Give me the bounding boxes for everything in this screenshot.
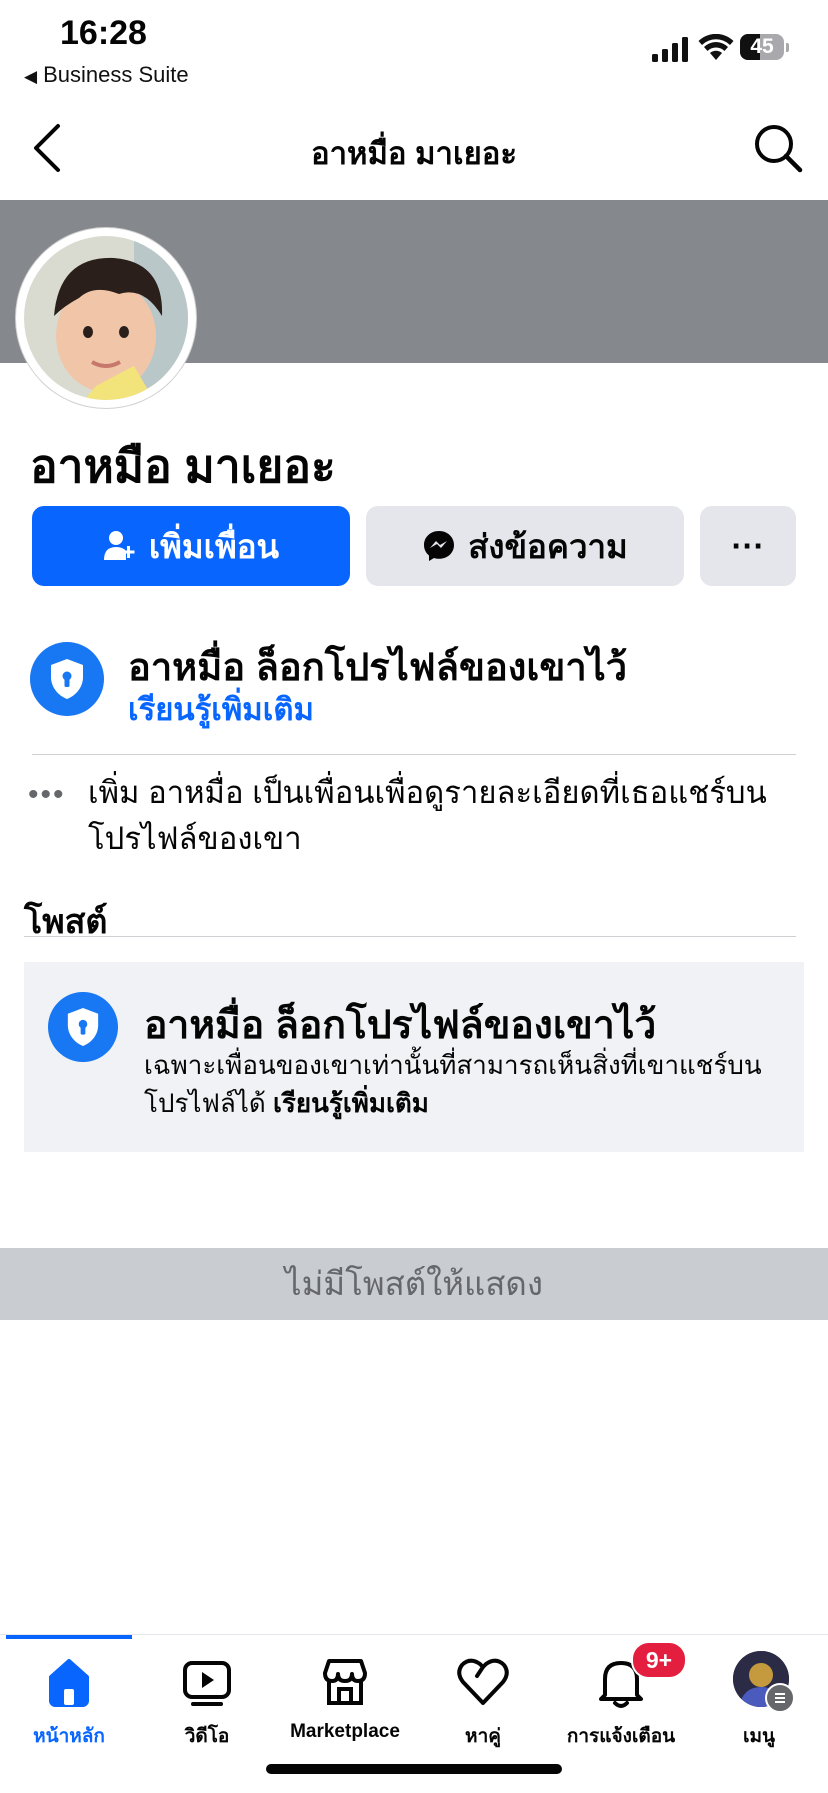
tab-menu[interactable]: เมนู — [690, 1651, 828, 1761]
bell-icon: 9+ — [591, 1641, 687, 1711]
back-to-app-link[interactable]: ◀ Business Suite — [24, 62, 189, 88]
posts-heading: โพสต์ — [24, 903, 108, 941]
profile-name: อาหมือ มาเยอะ — [30, 440, 336, 492]
cellular-signal-icon — [652, 37, 688, 62]
message-label: ส่งข้อความ — [468, 527, 628, 565]
tab-home[interactable]: หน้าหลัก — [0, 1651, 138, 1761]
tab-label: หาคู่ — [465, 1726, 501, 1747]
back-triangle-icon: ◀ — [24, 67, 38, 86]
tab-notifications[interactable]: 9+ การแจ้งเตือน — [552, 1641, 690, 1761]
add-friend-label: เพิ่มเพื่อน — [148, 527, 280, 565]
status-time: 16:28 — [60, 14, 147, 52]
locked-posts-card: อาหมื่อ ล็อกโปรไฟล์ของเขาไว้ เฉพาะเพื่อน… — [24, 962, 804, 1152]
locked-profile-notice: อาหมื่อ ล็อกโปรไฟล์ของเขาไว้ เรียนรู้เพิ… — [30, 636, 810, 736]
profile-picture[interactable] — [16, 228, 196, 408]
add-friend-button[interactable]: เพิ่มเพื่อน — [32, 506, 350, 586]
locked-card-description: เฉพาะเพื่อนของเขาเท่านั้นที่สามารถเห็นสิ… — [144, 1046, 784, 1122]
tab-dating[interactable]: หาคู่ — [414, 1651, 552, 1761]
shield-icon — [48, 992, 118, 1062]
wifi-icon — [698, 34, 734, 60]
shield-icon — [30, 642, 104, 716]
messenger-icon — [424, 531, 455, 561]
more-dots-icon: ··· — [731, 527, 765, 564]
tab-label: วิดีโอ — [184, 1726, 230, 1747]
tab-marketplace[interactable]: Marketplace — [276, 1651, 414, 1761]
marketplace-icon — [315, 1651, 375, 1711]
tab-video[interactable]: วิดีโอ — [138, 1651, 276, 1761]
add-friend-info-text: เพิ่ม อาหมื่อ เป็นเพื่อนเพื่อดูรายละเอีย… — [88, 775, 767, 856]
no-posts-message: ไม่มีโพสต์ให้แสดง — [0, 1248, 828, 1320]
locked-card-text: เฉพาะเพื่อนของเขาเท่านั้นที่สามารถเห็นสิ… — [144, 1050, 762, 1118]
divider — [24, 936, 796, 937]
learn-more-link[interactable]: เรียนรู้เพิ่มเติม — [128, 684, 314, 734]
back-app-label: Business Suite — [43, 62, 189, 87]
tab-label: หน้าหลัก — [33, 1726, 105, 1747]
battery-level: 45 — [750, 35, 774, 58]
divider — [32, 754, 796, 755]
home-icon — [39, 1651, 99, 1711]
avatar-photo — [24, 236, 188, 400]
tab-label: Marketplace — [290, 1721, 400, 1742]
active-tab-indicator — [6, 1635, 132, 1639]
avatar — [24, 236, 188, 400]
page-title: อาหมื่อ มาเยอะ — [311, 136, 517, 171]
home-indicator[interactable] — [266, 1764, 562, 1774]
message-button[interactable]: ส่งข้อความ — [366, 506, 684, 586]
menu-lines-icon — [765, 1683, 795, 1713]
search-icon[interactable] — [752, 122, 804, 174]
tab-label: การแจ้งเตือน — [566, 1726, 676, 1747]
heart-icon — [453, 1651, 513, 1711]
more-dots-icon: ••• — [28, 778, 66, 811]
more-options-button[interactable]: ··· — [700, 506, 796, 586]
menu-avatar — [729, 1651, 795, 1713]
video-icon — [177, 1651, 237, 1711]
battery-indicator: 45 — [740, 34, 789, 62]
card-learn-more-link[interactable]: เรียนรู้เพิ่มเติม — [273, 1088, 429, 1118]
chevron-left-icon[interactable] — [28, 120, 68, 176]
tab-label: เมนู — [742, 1726, 775, 1747]
notification-badge: 9+ — [631, 1641, 687, 1679]
top-nav-bar: อาหมื่อ มาเยอะ — [0, 96, 828, 200]
add-friend-icon — [103, 531, 135, 560]
status-bar: 16:28 ◀ Business Suite 45 — [0, 0, 828, 92]
